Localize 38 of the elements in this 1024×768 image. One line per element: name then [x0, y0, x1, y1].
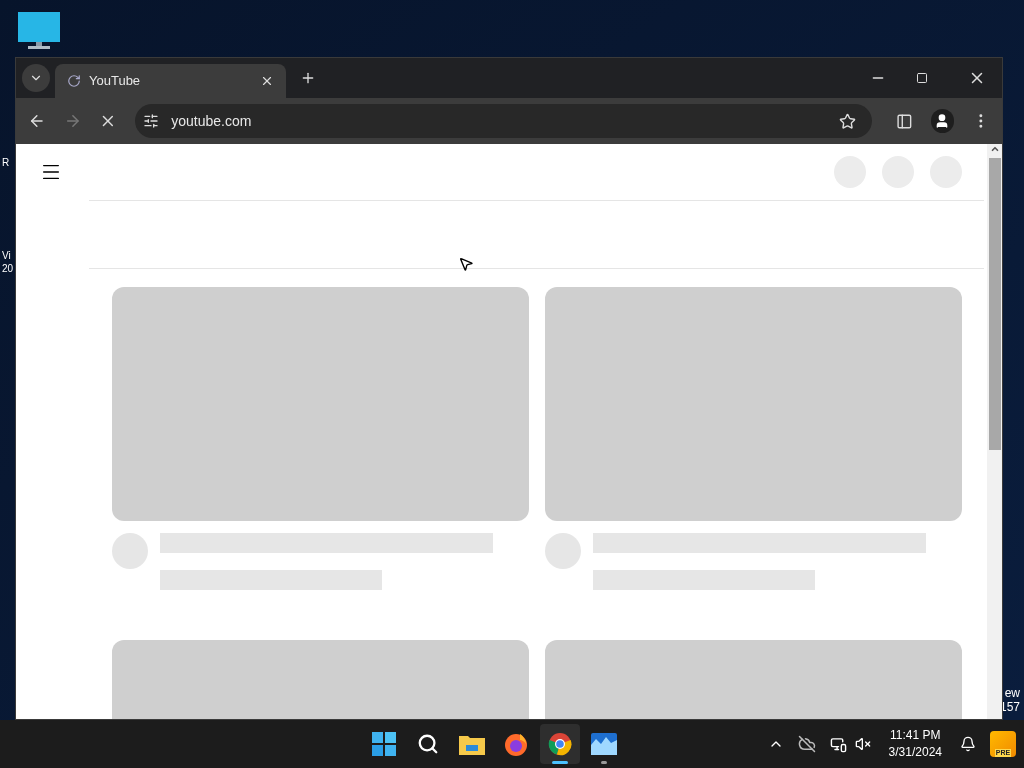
address-text: youtube.com — [171, 111, 253, 131]
desktop-label: Vi — [2, 249, 12, 262]
side-panel-icon[interactable] — [895, 112, 913, 130]
close-icon[interactable] — [260, 74, 274, 88]
network-icon[interactable] — [829, 735, 847, 753]
back-icon[interactable] — [28, 112, 46, 130]
tab-search-button[interactable] — [22, 64, 50, 92]
clock-date[interactable]: 3/31/2024 — [888, 744, 942, 761]
tab-title: YouTube — [89, 72, 142, 91]
new-tab-icon[interactable] — [300, 70, 316, 86]
desktop-label: 20 — [2, 262, 14, 275]
scroll-up-icon[interactable] — [989, 144, 1000, 154]
loading-icon — [67, 74, 81, 88]
windows-logo-icon — [371, 732, 396, 756]
bell-icon[interactable] — [960, 736, 976, 752]
avatar-placeholder — [112, 533, 148, 569]
site-settings-icon[interactable] — [143, 113, 160, 129]
cloud-off-icon[interactable] — [797, 735, 816, 753]
search-icon — [416, 733, 439, 755]
clock-time[interactable]: 11:41 PM — [890, 727, 941, 744]
photos-icon — [590, 733, 617, 755]
muted-speaker-icon[interactable] — [854, 736, 871, 752]
avatar-placeholder — [545, 533, 581, 569]
browser-tab[interactable]: YouTube — [55, 64, 286, 98]
scrollbar[interactable] — [987, 144, 1002, 719]
chrome-icon — [547, 732, 572, 756]
desktop-label: ew — [1004, 686, 1020, 700]
maximize-icon[interactable] — [916, 72, 928, 84]
profile-avatar[interactable] — [930, 109, 955, 133]
cursor-icon — [458, 256, 474, 272]
scrollbar-thumb[interactable] — [988, 158, 1001, 450]
monitor-icon[interactable] — [18, 12, 60, 50]
address-bar[interactable]: youtube.com — [135, 104, 872, 138]
fox-globe-icon — [503, 732, 528, 756]
desktop-label: R — [2, 156, 11, 169]
star-icon[interactable] — [838, 112, 856, 130]
folder-icon — [458, 733, 485, 755]
taskbar-app[interactable] — [539, 724, 580, 764]
